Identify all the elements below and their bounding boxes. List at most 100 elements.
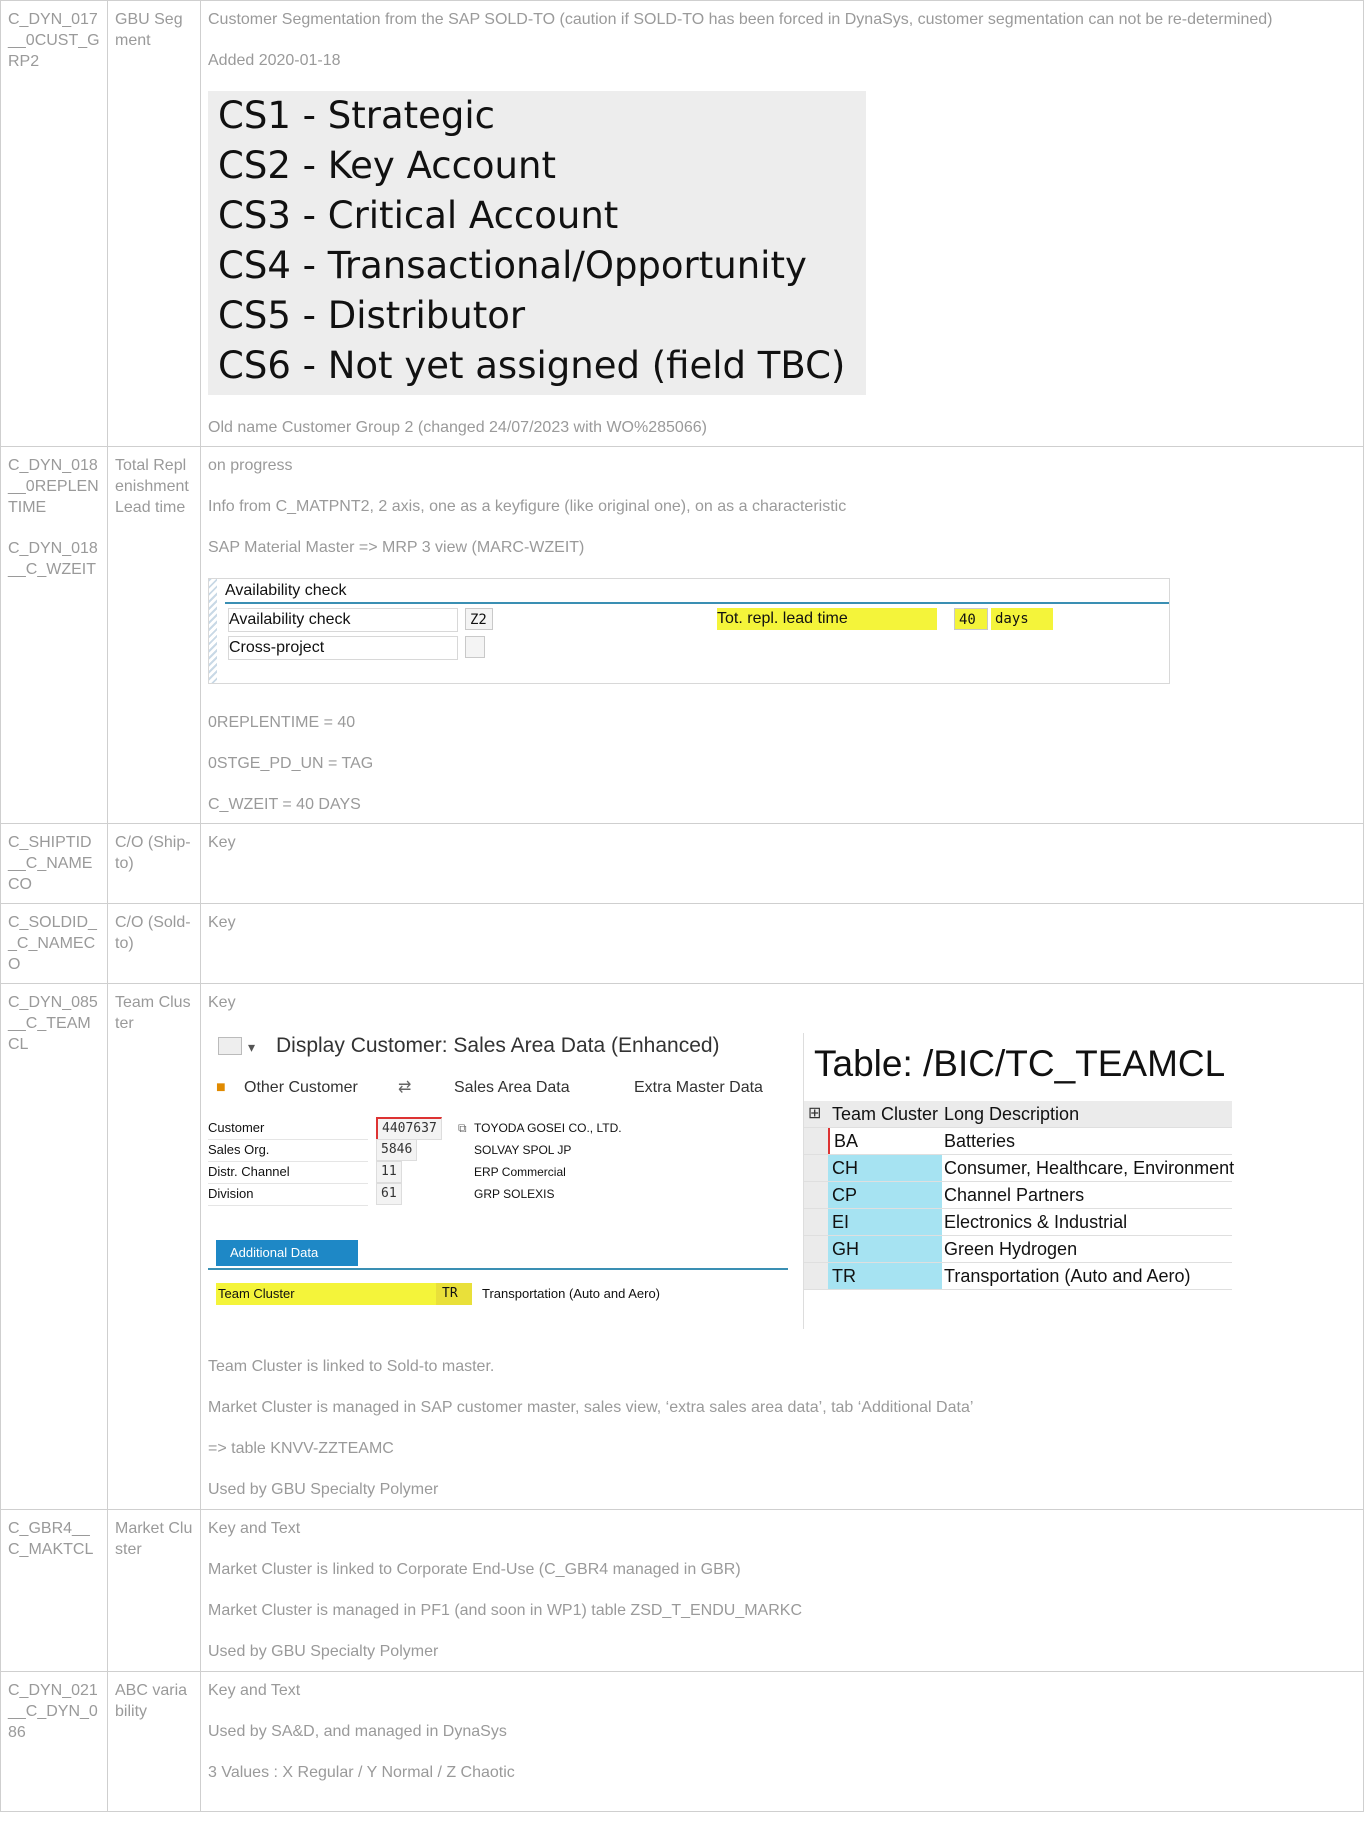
field-label: Distr. Channel — [208, 1161, 368, 1184]
cluster-description: Consumer, Healthcare, Environment — [942, 1155, 1234, 1181]
field-label: Division — [208, 1183, 368, 1206]
paragraph: Info from C_MATPNT2, 2 axis, one as a ke… — [208, 498, 847, 515]
tab-divider — [208, 1268, 788, 1270]
table-settings-icon: ⊞ — [808, 1105, 822, 1122]
field-text: SOLVAY SPOL JP — [474, 1143, 572, 1157]
paragraph: Key — [208, 994, 236, 1011]
segment-item: CS3 - Critical Account — [218, 194, 619, 237]
hatch-decoration — [209, 579, 217, 683]
field-value: 4407637 — [376, 1117, 442, 1140]
sap-screen-title: Display Customer: Sales Area Data (Enhan… — [276, 1034, 720, 1057]
field-row: Customer 4407637 ⧉ TOYODA GOSEI CO., LTD… — [208, 1117, 788, 1140]
table-grid: ⊞ Team Cluster Long Description BA Batte… — [804, 1101, 1234, 1290]
table-row: C_DYN_017__0CUST_GRP2 GBU Segment Custom… — [0, 0, 1364, 447]
paragraph: Key and Text — [208, 1682, 301, 1699]
description-cell: ABC variability — [107, 1671, 201, 1812]
cluster-key: EI — [828, 1209, 942, 1235]
paragraph: SAP Material Master => MRP 3 view (MARC-… — [208, 539, 585, 556]
section-header: Availability check — [225, 580, 1169, 604]
detail-cell: Key — [200, 823, 1364, 904]
segment-item: CS4 - Transactional/Opportunity — [218, 244, 807, 287]
paragraph: Used by SA&D, and managed in DynaSys — [208, 1723, 507, 1740]
detail-cell: Key and Text Used by SA&D, and managed i… — [200, 1671, 1364, 1812]
field-value: 61 — [376, 1183, 402, 1205]
field-label: Customer — [208, 1117, 368, 1140]
cluster-key: TR — [828, 1263, 942, 1289]
team-cluster-label: Team Cluster — [216, 1283, 438, 1305]
cluster-description: Batteries — [942, 1128, 1232, 1154]
column-header-team-cluster: Team Cluster — [828, 1101, 942, 1127]
paragraph: Customer Segmentation from the SAP SOLD-… — [208, 11, 1273, 28]
technical-name-cell: C_DYN_018__0REPLENTIME C_DYN_018__C_WZEI… — [0, 446, 108, 824]
table-row: CH Consumer, Healthcare, Environment — [804, 1155, 1234, 1182]
table-row: C_DYN_018__0REPLENTIME C_DYN_018__C_WZEI… — [0, 446, 1364, 824]
cross-project-label: Cross-project — [228, 636, 458, 660]
table-row: TR Transportation (Auto and Aero) — [804, 1263, 1232, 1290]
table-row: C_GBR4__C_MAKTCL Market Cluster Key and … — [0, 1509, 1364, 1672]
layout-icon — [218, 1037, 242, 1055]
technical-name-cell: C_GBR4__C_MAKTCL — [0, 1509, 108, 1672]
field-value: 11 — [376, 1161, 402, 1183]
cluster-description: Electronics & Industrial — [942, 1209, 1232, 1235]
paragraph: => table KNVV-ZZTEAMC — [208, 1440, 394, 1457]
technical-name: C_DYN_018__0REPLENTIME — [8, 457, 99, 516]
paragraph: Added 2020-01-18 — [208, 52, 341, 69]
availability-check-value: Z2 — [465, 608, 493, 630]
paragraph: 0STGE_PD_UN = TAG — [208, 755, 374, 772]
cross-project-checkbox — [465, 636, 485, 658]
detail-cell: Key and Text Market Cluster is linked to… — [200, 1509, 1364, 1672]
description-cell: Team Cluster — [107, 983, 201, 1510]
table-row: GH Green Hydrogen — [804, 1236, 1232, 1263]
detail-cell: Key ▾ Display Customer: Sales Area Data … — [200, 983, 1364, 1510]
field-text: ERP Commercial — [474, 1165, 566, 1179]
table-row: C_SHIPTID__C_NAMECO C/O (Ship-to) Key — [0, 823, 1364, 904]
technical-name-cell: C_DYN_021__C_DYN_086 — [0, 1671, 108, 1812]
customer-segment-list: CS1 - Strategic CS2 - Key Account CS3 - … — [208, 91, 866, 395]
description-cell: Total Replenishment Lead time — [107, 446, 201, 824]
customer-icon: ■ — [216, 1079, 226, 1096]
paragraph: Old name Customer Group 2 (changed 24/07… — [208, 419, 707, 436]
paragraph: Market Cluster is managed in PF1 (and so… — [208, 1602, 802, 1619]
table-row: C_DYN_021__C_DYN_086 ABC variability Key… — [0, 1671, 1364, 1812]
lead-time-value: 40 — [954, 608, 988, 630]
sap-customer-screen: ▾ Display Customer: Sales Area Data (Enh… — [208, 1027, 788, 1327]
column-header-long-description: Long Description — [942, 1101, 1232, 1127]
segment-item: CS1 - Strategic — [218, 94, 495, 137]
sales-area-data-button: Sales Area Data — [454, 1079, 570, 1096]
paragraph: Team Cluster is linked to Sold-to master… — [208, 1358, 495, 1375]
field-label: Sales Org. — [208, 1139, 368, 1162]
cluster-description: Green Hydrogen — [942, 1236, 1232, 1262]
field-definition-table: C_DYN_017__0CUST_GRP2 GBU Segment Custom… — [0, 0, 1364, 1812]
availability-check-screenshot: Availability check Availability check Z2… — [208, 578, 1170, 684]
detail-cell: Customer Segmentation from the SAP SOLD-… — [200, 0, 1364, 447]
team-cluster-text: Transportation (Auto and Aero) — [482, 1286, 661, 1301]
paragraph: C_WZEIT = 40 DAYS — [208, 796, 361, 813]
table-row: BA Batteries — [804, 1128, 1232, 1155]
lead-time-label: Tot. repl. lead time — [717, 608, 937, 630]
table-header-row: ⊞ Team Cluster Long Description — [804, 1101, 1232, 1128]
technical-name: C_DYN_018__C_WZEIT — [8, 540, 98, 578]
paragraph: Used by GBU Specialty Polymer — [208, 1643, 439, 1660]
lead-time-unit: days — [991, 608, 1053, 630]
link-icon: ⧉ — [458, 1121, 467, 1135]
sales-area-icon: ⇄ — [398, 1079, 412, 1096]
table-row: EI Electronics & Industrial — [804, 1209, 1232, 1236]
detail-cell: on progress Info from C_MATPNT2, 2 axis,… — [200, 446, 1364, 824]
description-cell: Market Cluster — [107, 1509, 201, 1672]
field-text: TOYODA GOSEI CO., LTD. — [474, 1121, 622, 1135]
description-cell: GBU Segment — [107, 0, 201, 447]
paragraph: Key and Text — [208, 1520, 301, 1537]
table-row: C_DYN_085__C_TEAMCL Team Cluster Key ▾ D… — [0, 983, 1364, 1510]
paragraph: Market Cluster is managed in SAP custome… — [208, 1399, 974, 1416]
team-cluster-row: Team Cluster TR Transportation (Auto and… — [208, 1283, 788, 1305]
other-customer-button: Other Customer — [244, 1079, 358, 1096]
table-title: Table: /BIC/TC_TEAMCL — [814, 1043, 1226, 1084]
detail-cell: Key — [200, 903, 1364, 984]
field-text: GRP SOLEXIS — [474, 1187, 555, 1201]
segment-item: CS6 - Not yet assigned (field TBC) — [218, 344, 846, 387]
field-row: Distr. Channel 11 ERP Commercial — [208, 1161, 788, 1184]
technical-name-cell: C_SHIPTID__C_NAMECO — [0, 823, 108, 904]
segment-item: CS5 - Distributor — [218, 294, 526, 337]
segment-item: CS2 - Key Account — [218, 144, 556, 187]
technical-name-cell: C_DYN_085__C_TEAMCL — [0, 983, 108, 1510]
